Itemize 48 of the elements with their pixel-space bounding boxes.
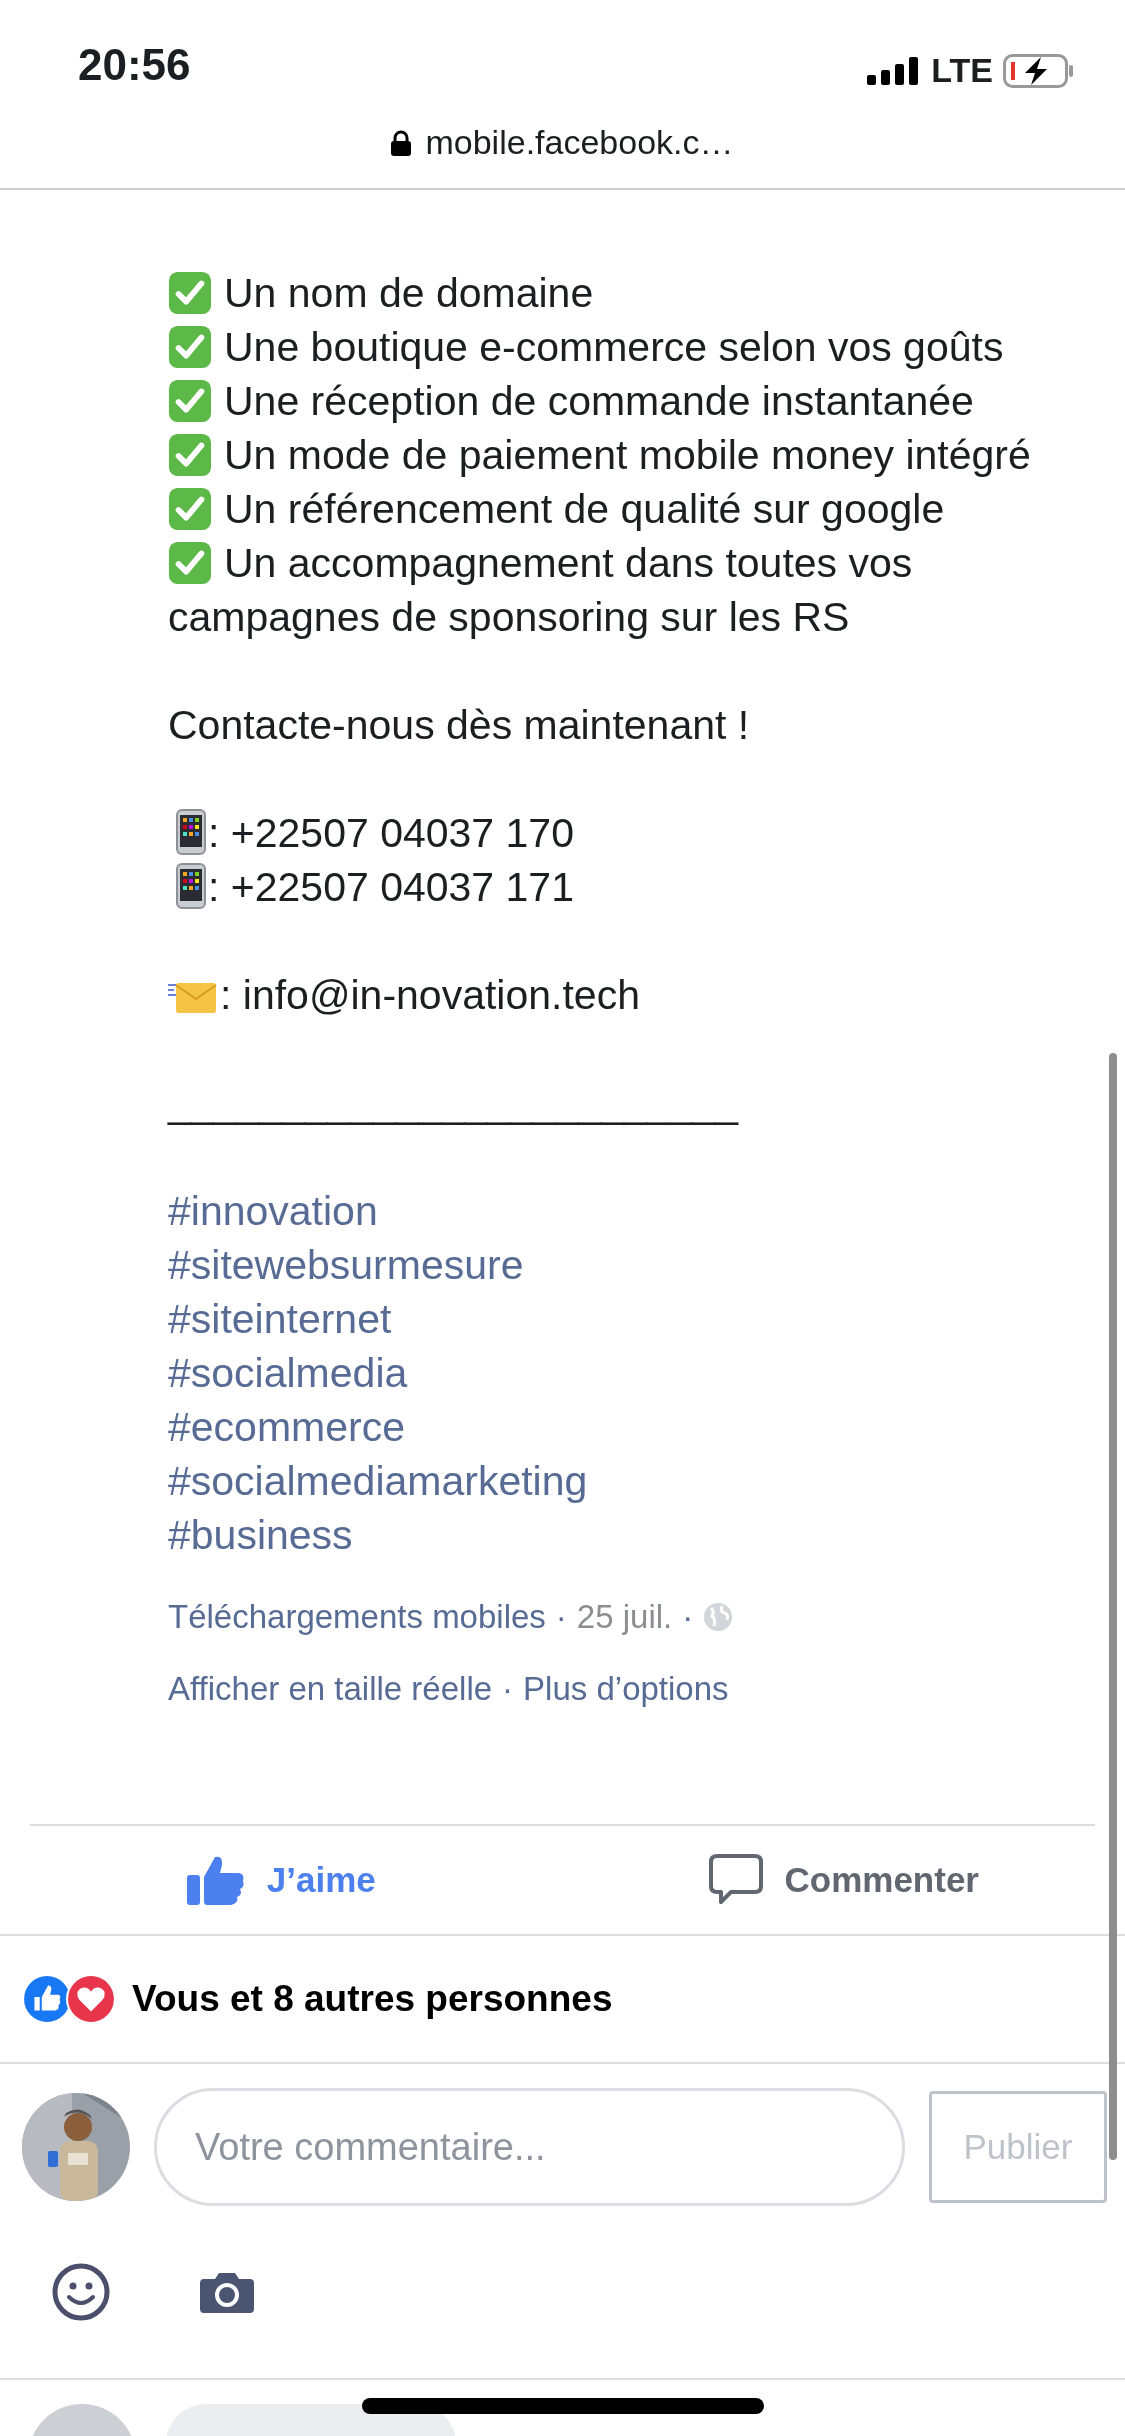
post-text: Contacte-nous dès maintenant ! xyxy=(168,702,750,748)
check-mark-icon xyxy=(168,487,212,531)
comment-input[interactable]: Votre commentaire... xyxy=(154,2088,905,2206)
post-text: : +22507 04037 170 xyxy=(208,810,574,856)
globe-icon xyxy=(703,1602,734,1632)
post-text: Un nom de domaine xyxy=(224,270,594,316)
check-mark-icon xyxy=(168,271,212,315)
hashtag-link[interactable]: #ecommerce xyxy=(168,1404,405,1450)
meta-link[interactable]: Téléchargements mobiles xyxy=(168,1592,546,1642)
hashtag-link[interactable]: #socialmedia xyxy=(168,1350,408,1396)
hashtag-link[interactable]: #business xyxy=(168,1512,353,1558)
url-text[interactable]: mobile.facebook.c… xyxy=(425,122,734,162)
hashtag-link[interactable]: #siteinternet xyxy=(168,1296,392,1342)
phone-icon xyxy=(176,863,206,909)
status-time: 20:56 xyxy=(78,40,191,90)
post-text: Une boutique e-commerce selon vos goûts xyxy=(224,324,1004,370)
phone-icon xyxy=(176,809,206,855)
hashtag-link[interactable]: #sitewebsurmesure xyxy=(168,1242,524,1288)
comment-button[interactable]: Commenter xyxy=(562,1826,1125,1934)
post-date: 25 juil. xyxy=(576,1597,673,1637)
separator-dot: · xyxy=(502,1669,514,1709)
network-label: LTE xyxy=(931,51,993,90)
post-text: campagnes de sponsoring sur les RS xyxy=(168,594,850,640)
check-mark-icon xyxy=(168,325,212,369)
heart-reaction-icon xyxy=(66,1974,116,2024)
speech-bubble-icon xyxy=(708,1854,763,1906)
lock-icon xyxy=(391,130,412,156)
hashtag-link[interactable]: #socialmediamarketing xyxy=(168,1458,588,1504)
post-text: Un accompagnement dans toutes vos xyxy=(224,540,913,586)
post-text: Un référencement de qualité sur google xyxy=(224,486,945,532)
hashtag-link[interactable]: #innovation xyxy=(168,1188,378,1234)
like-button[interactable]: J’aime xyxy=(0,1826,563,1934)
post-text: : +22507 04037 171 xyxy=(208,864,574,910)
meta-link[interactable]: Plus d’options xyxy=(523,1664,729,1714)
post-text: : info@in-novation.tech xyxy=(220,972,640,1018)
post-text: Une réception de commande instantanée xyxy=(224,378,974,424)
separator-dot: · xyxy=(555,1597,567,1637)
check-mark-icon xyxy=(168,379,212,423)
check-mark-icon xyxy=(168,433,212,477)
post-text: _________________________ xyxy=(168,1080,739,1126)
post-text: Un mode de paiement mobile money intégré xyxy=(224,432,1031,478)
meta-link[interactable]: Afficher en taille réelle xyxy=(168,1664,493,1714)
camera-icon[interactable] xyxy=(200,2271,254,2313)
separator-dot: · xyxy=(682,1597,694,1637)
check-mark-icon xyxy=(168,541,212,585)
thumbs-up-icon xyxy=(186,1855,245,1905)
emoji-icon[interactable] xyxy=(52,2263,110,2321)
reactions-summary[interactable]: Vous et 8 autres personnes xyxy=(132,1978,613,2020)
